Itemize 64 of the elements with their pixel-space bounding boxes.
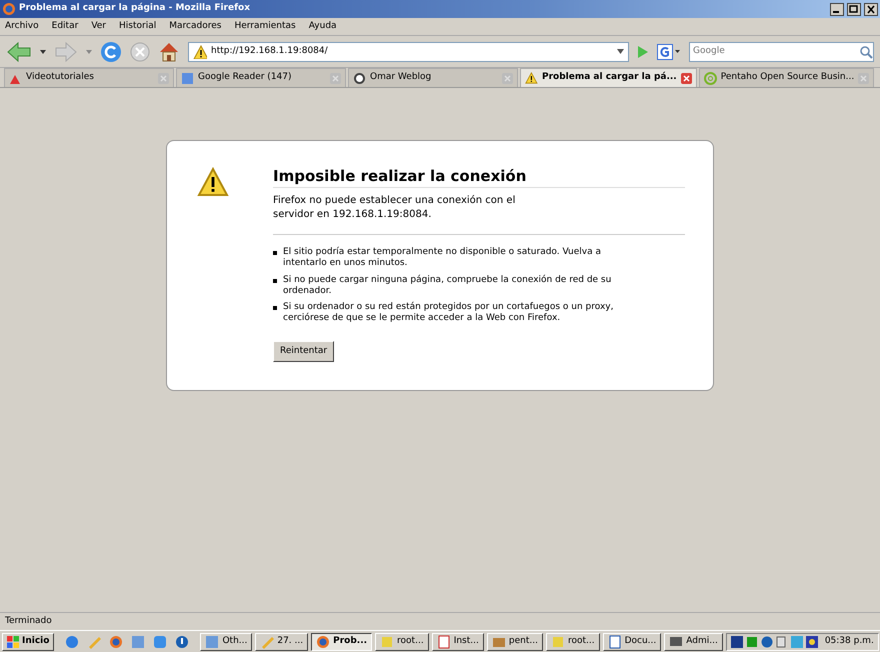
- quick-launch-icon[interactable]: [109, 634, 124, 648]
- quick-launch-icon[interactable]: [175, 634, 190, 648]
- close-icon[interactable]: [680, 72, 692, 84]
- search-engine-icon[interactable]: [657, 44, 681, 60]
- taskbar-button[interactable]: Prob...: [311, 632, 372, 650]
- menu-item[interactable]: Archivo: [5, 20, 39, 34]
- clock-text: 05:38 p.m.: [824, 634, 874, 648]
- dropdown-caret-icon[interactable]: [40, 50, 46, 54]
- tray-icon[interactable]: [760, 636, 773, 648]
- search-field[interactable]: Google: [690, 44, 859, 58]
- bullet-icon: [273, 278, 277, 282]
- taskbar-button[interactable]: Inst...: [432, 632, 484, 650]
- warning-icon: [193, 44, 207, 58]
- window-title: Problema al cargar la página - Mozilla Firefox: [19, 2, 251, 16]
- stop-icon[interactable]: [130, 42, 150, 62]
- browser-tab[interactable]: Videotutoriales: [4, 68, 174, 87]
- quick-launch-icon[interactable]: [65, 634, 80, 648]
- bullet-icon: [273, 251, 277, 255]
- address-bar[interactable]: http://192.168.1.19:8084/: [188, 42, 629, 62]
- retry-button[interactable]: Reintentar: [273, 340, 334, 362]
- taskbar-button[interactable]: root...: [546, 632, 600, 650]
- taskbar-button[interactable]: Oth...: [200, 632, 252, 650]
- menu-item[interactable]: Historial: [119, 20, 156, 34]
- favicon-icon: [181, 72, 194, 84]
- taskbar-button[interactable]: 27. ...: [255, 632, 308, 650]
- close-button[interactable]: [864, 2, 878, 16]
- windows-logo-icon: [7, 636, 19, 648]
- taskbar-button[interactable]: Admi...: [664, 632, 723, 650]
- taskbar-button[interactable]: root...: [375, 632, 429, 650]
- favicon-icon: [353, 72, 366, 84]
- status-text: Terminado: [5, 614, 52, 628]
- browser-tab[interactable]: Google Reader (147): [176, 68, 346, 87]
- browser-tab[interactable]: Omar Weblog: [348, 68, 518, 87]
- search-icon[interactable]: [859, 44, 873, 58]
- tray-icon[interactable]: [776, 636, 788, 648]
- start-button[interactable]: Inicio: [2, 632, 54, 650]
- taskbar-button[interactable]: pent...: [486, 632, 543, 650]
- menu-item[interactable]: Herramientas: [234, 20, 296, 34]
- taskbar-button[interactable]: Docu...: [602, 632, 662, 650]
- menu-item[interactable]: Ayuda: [308, 20, 337, 34]
- menu-item[interactable]: Marcadores: [169, 20, 222, 34]
- list-item: Si no puede cargar ninguna página, compruebe la conexión de red de su ordenador.: [283, 274, 612, 297]
- search-bar[interactable]: Google: [689, 42, 874, 62]
- browser-tab[interactable]: Problema al cargar la pá...: [520, 68, 697, 87]
- browser-tab[interactable]: Pentaho Open Source Busin...: [698, 68, 874, 87]
- menu-item[interactable]: Editar: [52, 20, 78, 34]
- error-title: Imposible realizar la conexión: [273, 167, 685, 188]
- back-arrow-icon[interactable]: [6, 40, 32, 62]
- list-item: Si su ordenador o su red están protegidos por un cortafuegos o un proxy, cerciórese de que se le permite acceder a la Web con Firefox.: [283, 302, 614, 324]
- warning-icon: [525, 72, 538, 84]
- home-icon[interactable]: [158, 40, 180, 62]
- warning-icon: [197, 167, 229, 197]
- maximize-button[interactable]: [847, 2, 861, 16]
- minimize-button[interactable]: [830, 2, 844, 16]
- tray-icon[interactable]: [730, 636, 743, 648]
- tray-icon[interactable]: [806, 636, 818, 648]
- dropdown-caret-icon[interactable]: [617, 49, 624, 54]
- menu-item[interactable]: Ver: [91, 20, 106, 34]
- address-field[interactable]: http://192.168.1.19:8084/: [211, 44, 613, 58]
- bullet-icon: [273, 306, 277, 310]
- list-item: El sitio podría estar temporalmente no disponible o saturado. Vuelva a intentarlo en unos minutos.: [283, 247, 602, 270]
- favicon-icon: [704, 72, 717, 84]
- error-message: Firefox no puede establecer una conexión con el servidor en 192.168.1.19:8084.: [273, 194, 685, 235]
- reload-icon[interactable]: [100, 40, 122, 62]
